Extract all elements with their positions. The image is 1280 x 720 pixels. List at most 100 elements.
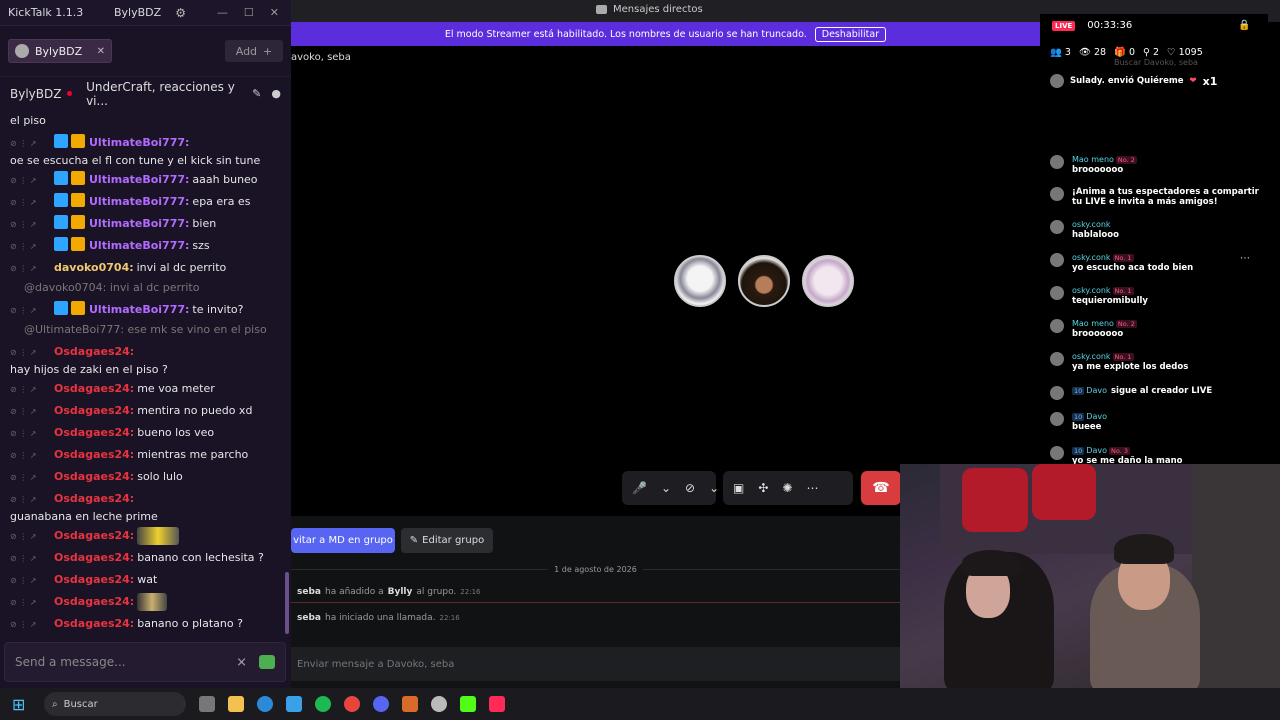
- mod-actions-icon[interactable]: ⊘ ⋮ ↗: [10, 447, 54, 464]
- chat-username[interactable]: Osdagaes24:: [54, 446, 134, 463]
- add-button[interactable]: Add +: [225, 40, 283, 62]
- microphone-icon[interactable]: 🎤: [632, 481, 647, 495]
- mod-actions-icon[interactable]: ⊘ ⋮ ↗: [10, 238, 54, 255]
- brave-icon[interactable]: [402, 696, 418, 712]
- reply-preview[interactable]: @UltimateBoi777: ese mk se vino en el pi…: [10, 321, 283, 341]
- commenter-name[interactable]: Davo: [1086, 386, 1107, 395]
- disable-button[interactable]: Deshabilitar: [814, 26, 887, 42]
- close-tab-icon[interactable]: ✕: [97, 46, 105, 57]
- live-comment[interactable]: Mao meno No. 2 brooooooo: [1050, 155, 1264, 175]
- edit-group-button[interactable]: ✎ Editar grupo: [401, 528, 493, 553]
- mod-actions-icon[interactable]: ⊘ ⋮ ↗: [10, 550, 54, 567]
- task-view-icon[interactable]: [199, 696, 215, 712]
- close-icon[interactable]: ✕: [270, 6, 279, 19]
- search-input[interactable]: Buscar Davoko, seba: [1114, 58, 1198, 67]
- mod-actions-icon[interactable]: ⊘ ⋮ ↗: [10, 302, 54, 319]
- live-comment[interactable]: 10 Davo bueee: [1050, 412, 1264, 432]
- chat-username[interactable]: UltimateBoi777:: [89, 193, 189, 210]
- mod-actions-icon[interactable]: ⊘ ⋮ ↗: [10, 381, 54, 398]
- live-comment[interactable]: osky.conk hablalooo: [1050, 220, 1264, 240]
- mod-actions-icon[interactable]: ⊘ ⋮ ↗: [10, 491, 54, 508]
- chat-username[interactable]: UltimateBoi777:: [89, 237, 189, 254]
- commenter-name[interactable]: osky.conk: [1072, 352, 1111, 361]
- reply-preview[interactable]: @davoko0704: invi al dc perrito: [10, 279, 283, 299]
- streamer-name[interactable]: BylyBDZ: [10, 87, 61, 101]
- mod-actions-icon[interactable]: ⊘ ⋮ ↗: [10, 616, 54, 633]
- tiktok-icon[interactable]: [489, 696, 505, 712]
- chat-username[interactable]: UltimateBoi777:: [89, 171, 189, 188]
- live-comment[interactable]: ¡Anima a tus espectadores a compartir tu…: [1050, 187, 1264, 207]
- activities-icon[interactable]: ✣: [758, 481, 768, 495]
- store-icon[interactable]: [286, 696, 302, 712]
- chat-username[interactable]: davoko0704:: [54, 259, 134, 276]
- target[interactable]: Bylly: [388, 587, 413, 597]
- commenter-name[interactable]: Davo: [1086, 412, 1107, 421]
- live-comment[interactable]: osky.conk No. 1 tequieromibully: [1050, 286, 1264, 306]
- chat-username[interactable]: UltimateBoi777:: [89, 134, 189, 151]
- chat-username[interactable]: Osdagaes24:: [54, 549, 134, 566]
- live-comment[interactable]: Mao meno No. 2 brooooooo: [1050, 319, 1264, 339]
- chevron-down-icon[interactable]: ⌄: [661, 481, 671, 495]
- live-comment[interactable]: osky.conk No. 1 yo escucho aca todo bien: [1050, 253, 1264, 273]
- obs-icon[interactable]: [431, 696, 447, 712]
- commenter-name[interactable]: Mao meno: [1072, 155, 1114, 164]
- discord-icon[interactable]: [373, 696, 389, 712]
- pin-icon[interactable]: ✎: [252, 87, 261, 100]
- mod-actions-icon[interactable]: ⊘ ⋮ ↗: [10, 403, 54, 420]
- mod-actions-icon[interactable]: ⊘ ⋮ ↗: [10, 194, 54, 211]
- soundboard-icon[interactable]: ✺: [782, 481, 792, 495]
- chat-username[interactable]: Osdagaes24:: [54, 490, 134, 507]
- windows-start-icon[interactable]: ⊞: [12, 695, 34, 714]
- commenter-name[interactable]: osky.conk: [1072, 253, 1111, 262]
- maximize-icon[interactable]: ☐: [244, 6, 254, 19]
- chat-username[interactable]: UltimateBoi777:: [89, 215, 189, 232]
- mod-actions-icon[interactable]: ⊘ ⋮ ↗: [10, 594, 54, 611]
- gear-icon[interactable]: ⚙: [175, 6, 186, 20]
- chat-username[interactable]: Osdagaes24:: [54, 468, 134, 485]
- actor[interactable]: seba: [297, 613, 321, 623]
- mod-actions-icon[interactable]: ⊘ ⋮ ↗: [10, 172, 54, 189]
- account-name[interactable]: BylyBDZ: [114, 6, 161, 19]
- participant-avatar-3[interactable]: [802, 255, 854, 307]
- chat-scrollbar[interactable]: [285, 572, 289, 634]
- chat-username[interactable]: Osdagaes24:: [54, 527, 134, 544]
- mod-actions-icon[interactable]: ⊘ ⋮ ↗: [10, 135, 54, 152]
- mod-actions-icon[interactable]: ⊘ ⋮ ↗: [10, 469, 54, 486]
- commenter-name[interactable]: osky.conk: [1072, 286, 1111, 295]
- mod-actions-icon[interactable]: ⊘ ⋮ ↗: [10, 216, 54, 233]
- taskbar-search[interactable]: ⌕ Buscar: [44, 692, 186, 716]
- more-options-icon[interactable]: ⋯: [1240, 253, 1250, 264]
- mod-actions-icon[interactable]: ⊘ ⋮ ↗: [10, 260, 54, 277]
- actor[interactable]: seba: [297, 587, 321, 597]
- dm-message-input[interactable]: Enviar mensaje a Davoko, seba: [291, 647, 900, 681]
- mod-actions-icon[interactable]: ⊘ ⋮ ↗: [10, 425, 54, 442]
- message-input[interactable]: Send a message... ⨯: [4, 642, 286, 682]
- more-options-icon[interactable]: ⋯: [806, 481, 818, 495]
- mod-actions-icon[interactable]: ⊘ ⋮ ↗: [10, 344, 54, 361]
- clear-format-icon[interactable]: ⨯: [236, 655, 247, 670]
- commenter-name[interactable]: Davo: [1086, 446, 1107, 455]
- chat-username[interactable]: UltimateBoi777:: [89, 301, 189, 318]
- screenshare-icon[interactable]: ▣: [733, 481, 744, 495]
- camera-off-icon[interactable]: ⊘: [685, 481, 695, 495]
- commenter-name[interactable]: osky.conk: [1072, 220, 1111, 229]
- mod-actions-icon[interactable]: ⊘ ⋮ ↗: [10, 572, 54, 589]
- edge-icon[interactable]: [257, 696, 273, 712]
- chat-username[interactable]: Osdagaes24:: [54, 424, 134, 441]
- commenter-name[interactable]: Mao meno: [1072, 319, 1114, 328]
- tab-bylybdz[interactable]: BylyBDZ ✕: [8, 39, 112, 63]
- mod-actions-icon[interactable]: ⊘ ⋮ ↗: [10, 528, 54, 545]
- chat-username[interactable]: Osdagaes24:: [54, 571, 134, 588]
- chevron-down-icon[interactable]: ⌄: [709, 481, 719, 495]
- chat-username[interactable]: Osdagaes24:: [54, 380, 134, 397]
- invite-group-button[interactable]: vitar a MD en grupo: [291, 528, 395, 553]
- emote-picker-icon[interactable]: [259, 655, 275, 669]
- live-comment[interactable]: 10 Davo sigue al creador LIVE: [1050, 386, 1264, 400]
- end-call-button[interactable]: ☎: [861, 471, 901, 505]
- participant-avatar-1[interactable]: [674, 255, 726, 307]
- live-comment[interactable]: 10 Davo No. 3 yo se me daño la mano: [1050, 446, 1264, 466]
- minimize-icon[interactable]: —: [217, 6, 228, 19]
- chat-username[interactable]: Osdagaes24:: [54, 615, 134, 632]
- spotify-icon[interactable]: [315, 696, 331, 712]
- participant-avatar-2[interactable]: [738, 255, 790, 307]
